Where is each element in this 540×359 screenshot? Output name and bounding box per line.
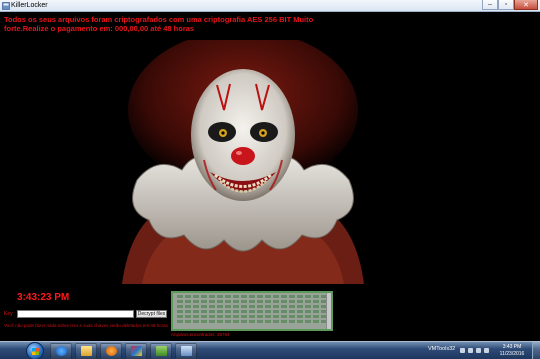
- media-player-icon: [105, 346, 117, 356]
- maximize-button[interactable]: ▫: [498, 0, 514, 10]
- system-clock[interactable]: 3:43 PM 11/23/2016: [498, 344, 526, 358]
- list-item: [177, 320, 327, 323]
- window-title: KillerLocker: [11, 2, 48, 9]
- network-icon[interactable]: [468, 348, 473, 353]
- key-input[interactable]: [17, 310, 134, 318]
- volume-icon[interactable]: [476, 348, 481, 353]
- taskbar-media-player[interactable]: [100, 343, 122, 359]
- files-found-counter: Arquivos encontrados: 25764: [171, 332, 230, 337]
- list-item: [177, 295, 327, 298]
- minimize-icon: ‒: [488, 1, 492, 8]
- scrollbar[interactable]: [326, 293, 331, 329]
- tray-arrow-icon[interactable]: [460, 348, 465, 353]
- folder-icon: [80, 346, 92, 356]
- window-controls: ‒ ▫ ✕: [482, 0, 538, 11]
- taskbar-app-1[interactable]: [125, 343, 147, 359]
- app-icon: [2, 2, 10, 10]
- maximize-icon: ▫: [504, 1, 508, 8]
- warning-text: Você não pode fazer nada sobre isso e su…: [4, 323, 168, 328]
- encrypted-files-list[interactable]: [171, 291, 333, 331]
- ransom-message: Todos os seus arquivos foram criptografa…: [4, 15, 314, 33]
- list-item: [177, 315, 327, 318]
- taskbar-explorer[interactable]: [75, 343, 97, 359]
- key-label: Key: [4, 311, 13, 317]
- clock-time: 3:43 PM: [502, 344, 522, 350]
- app-icon-1: [130, 346, 142, 356]
- vmtools-tray-label: VMTools32: [428, 346, 456, 352]
- clown-image: [112, 40, 374, 284]
- clock-date: 11/23/2016: [499, 351, 525, 357]
- taskbar: VMTools32 3:43 PM 11/23/2016: [0, 341, 540, 359]
- taskbar-killerlocker[interactable]: [175, 343, 197, 359]
- start-button[interactable]: [26, 342, 44, 359]
- flag-icon[interactable]: [484, 348, 489, 353]
- title-bar: KillerLocker ‒ ▫ ✕: [0, 0, 540, 12]
- countdown-clock: 3:43:23 PM: [17, 292, 70, 303]
- killerlocker-taskbar-icon: [180, 346, 192, 356]
- close-icon: ✕: [523, 1, 529, 9]
- windows-logo-icon: [32, 348, 39, 355]
- list-item: [177, 305, 327, 308]
- taskbar-app-2[interactable]: [150, 343, 172, 359]
- killerlocker-window: KillerLocker ‒ ▫ ✕ Todos os seus arquivo…: [0, 0, 540, 341]
- decrypt-files-button[interactable]: Decrypt files: [136, 310, 167, 318]
- list-item: [177, 300, 327, 303]
- minimize-button[interactable]: ‒: [482, 0, 498, 10]
- internet-explorer-icon: [55, 346, 67, 356]
- app-icon-2: [155, 346, 167, 356]
- show-desktop-button[interactable]: [532, 342, 540, 359]
- close-button[interactable]: ✕: [514, 0, 538, 10]
- taskbar-ie[interactable]: [50, 343, 72, 359]
- list-item: [177, 310, 327, 313]
